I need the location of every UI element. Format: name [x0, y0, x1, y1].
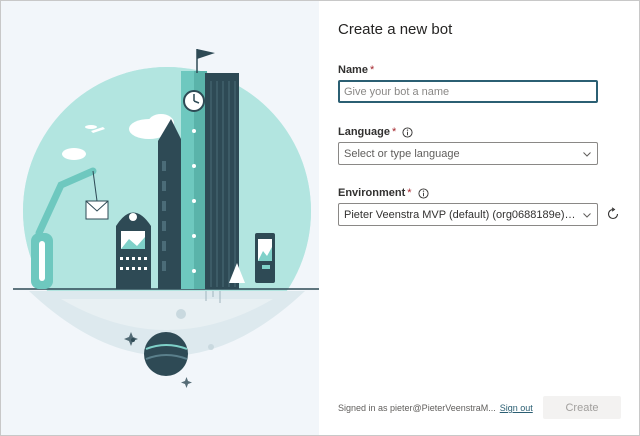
environment-label: Environment * — [338, 187, 429, 199]
create-button[interactable]: Create — [543, 396, 621, 419]
required-mark: * — [369, 64, 375, 76]
required-mark: * — [391, 126, 397, 138]
create-bot-dialog: Create a new bot Name* Language* Select … — [0, 0, 640, 436]
language-combobox[interactable]: Select or type language — [338, 142, 598, 165]
chevron-down-icon — [583, 151, 591, 157]
bot-name-input[interactable] — [338, 80, 598, 103]
language-label: Language * — [338, 126, 413, 138]
signed-in-info: Signed in as pieter@PieterVeenstraM... Si… — [338, 403, 533, 413]
environment-dropdown[interactable]: Pieter Veenstra MVP (default) (org068818… — [338, 203, 598, 226]
signed-in-text: Signed in as pieter@PieterVeenstraM... — [338, 403, 496, 413]
environment-selected-value: Pieter Veenstra MVP (default) (org068818… — [344, 208, 576, 221]
name-label: Name * — [338, 64, 374, 76]
name-label-text: Name — [338, 64, 368, 76]
required-mark: * — [407, 187, 412, 199]
refresh-icon[interactable] — [606, 207, 620, 221]
language-placeholder: Select or type language — [344, 147, 460, 160]
chevron-down-icon — [583, 212, 591, 218]
illustration-pane — [1, 1, 319, 435]
info-icon[interactable] — [402, 126, 413, 138]
sign-out-link[interactable]: Sign out — [500, 403, 533, 413]
info-icon[interactable] — [417, 187, 429, 199]
environment-label-text: Environment — [338, 187, 406, 199]
dialog-title: Create a new bot — [338, 21, 453, 38]
language-label-text: Language — [338, 126, 390, 138]
form-pane: Create a new bot Name* Language* Select … — [319, 1, 639, 435]
bot-city-illustration — [13, 49, 319, 388]
